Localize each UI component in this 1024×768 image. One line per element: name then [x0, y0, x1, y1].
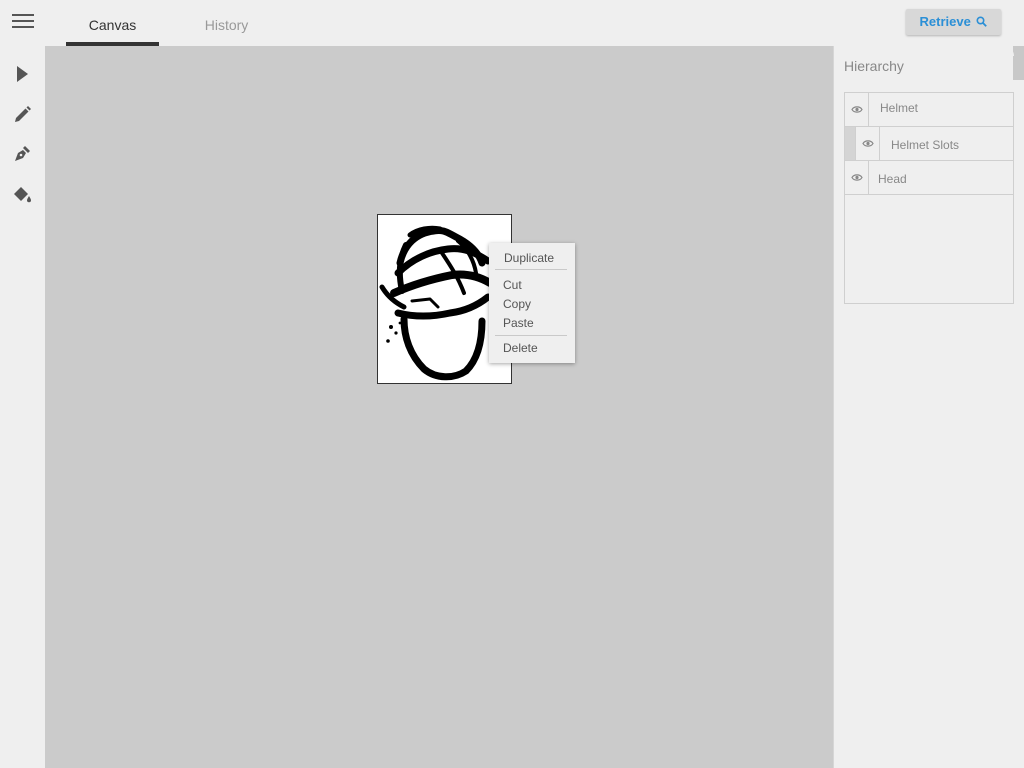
menu-item-cut[interactable]: Cut — [503, 278, 522, 292]
menu-item-paste[interactable]: Paste — [503, 316, 534, 330]
menu-divider — [495, 335, 567, 336]
menu-item-duplicate[interactable]: Duplicate — [504, 251, 554, 265]
tab-canvas-label: Canvas — [88, 17, 137, 33]
layer-indent — [845, 127, 856, 160]
menu-item-delete[interactable]: Delete — [503, 341, 538, 355]
layer-row-helmet-slots[interactable]: Helmet Slots — [845, 127, 1013, 161]
pen-nib-icon[interactable] — [10, 142, 34, 166]
tool-sidebar — [0, 46, 45, 768]
select-arrow-icon[interactable] — [10, 62, 34, 86]
visibility-eye-icon[interactable] — [856, 127, 880, 160]
visibility-eye-icon[interactable] — [845, 161, 869, 194]
pencil-icon[interactable] — [10, 103, 34, 127]
layer-row-head[interactable]: Head — [845, 161, 1013, 195]
search-icon — [976, 16, 988, 27]
paint-bucket-icon[interactable] — [10, 182, 34, 206]
menu-divider — [495, 269, 567, 270]
tab-history-label: History — [204, 17, 249, 33]
hierarchy-title: Hierarchy — [844, 58, 904, 74]
panel-scrollbar[interactable] — [1013, 46, 1024, 80]
visibility-eye-icon[interactable] — [845, 93, 869, 126]
menu-item-copy[interactable]: Copy — [503, 297, 531, 311]
top-bar: Canvas History Retrieve — [0, 0, 1024, 46]
layer-label-helmet-slots: Helmet Slots — [891, 138, 960, 152]
layer-label-head: Head — [878, 172, 907, 186]
layer-row-helmet[interactable]: Helmet — [845, 93, 1013, 127]
hierarchy-panel: Hierarchy Helmet Helmet Slots Head — [833, 46, 1024, 768]
retrieve-button[interactable]: Retrieve — [906, 9, 1001, 35]
hamburger-menu-icon[interactable] — [12, 14, 34, 32]
tab-history[interactable]: History — [180, 0, 273, 46]
canvas-area[interactable] — [45, 46, 833, 768]
layer-label-helmet: Helmet — [880, 101, 919, 115]
tab-canvas[interactable]: Canvas — [66, 0, 159, 46]
context-menu: Duplicate Cut Copy Paste Delete — [489, 243, 575, 363]
retrieve-button-label: Retrieve — [919, 14, 971, 29]
layer-list: Helmet Helmet Slots Head — [844, 92, 1014, 304]
